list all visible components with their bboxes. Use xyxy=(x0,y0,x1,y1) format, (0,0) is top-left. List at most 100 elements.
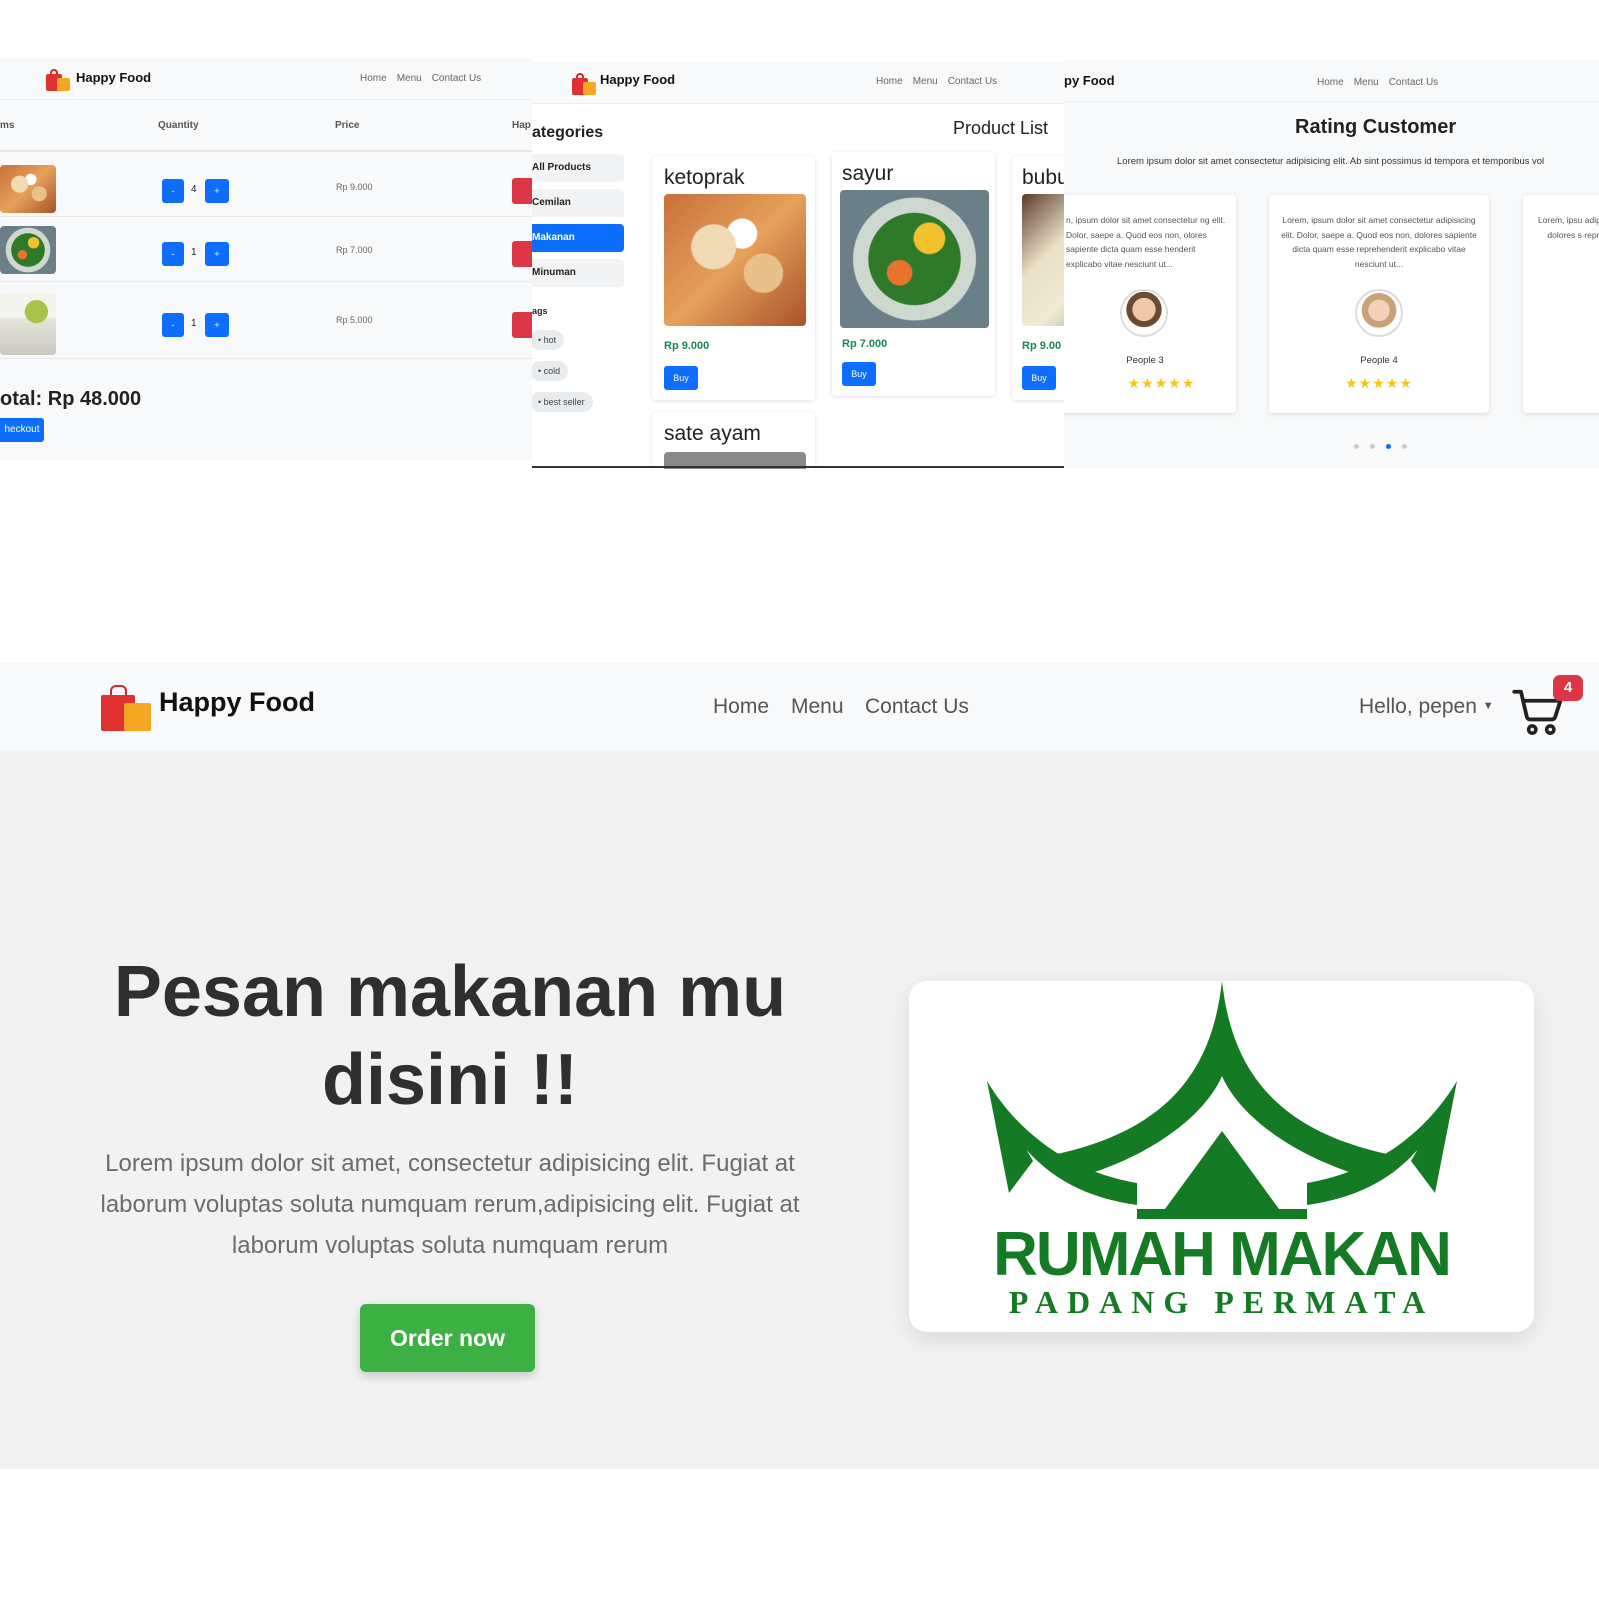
nav-menu[interactable]: Menu xyxy=(1354,77,1379,88)
cart-screenshot: Happy Food Home Menu Contact Us ms Quantit… xyxy=(0,58,532,460)
col-items: ms xyxy=(0,120,15,131)
decrease-button[interactable]: - xyxy=(162,313,184,337)
nav-menu[interactable]: Menu xyxy=(791,695,844,719)
item-price: Rp 7.000 xyxy=(336,245,373,255)
carousel-dot[interactable] xyxy=(1402,444,1407,449)
product-image xyxy=(840,190,989,328)
nav-home[interactable]: Home xyxy=(1317,77,1344,88)
navbar: Happy Food Home Menu Contact Us xyxy=(532,62,1064,104)
brand-name[interactable]: Happy Food xyxy=(76,70,151,85)
item-price: Rp 5.000 xyxy=(336,315,373,325)
remove-button[interactable] xyxy=(512,312,532,338)
category-makanan[interactable]: Makanan xyxy=(532,224,624,252)
increase-button[interactable]: + xyxy=(205,242,229,266)
brand-name[interactable]: py Food xyxy=(1064,73,1115,88)
remove-button[interactable] xyxy=(512,178,532,204)
product-price: Rp 7.000 xyxy=(842,338,888,350)
nav-contact[interactable]: Contact Us xyxy=(432,73,481,84)
cart-button[interactable]: 4 xyxy=(1510,671,1590,743)
buy-button[interactable]: Buy xyxy=(664,366,698,390)
category-cemilan[interactable]: Cemilan xyxy=(532,189,624,217)
product-price: Rp 9.00 xyxy=(1022,340,1062,352)
review-text: n, ipsum dolor sit amet consectetur ng e… xyxy=(1066,215,1226,269)
remove-button[interactable] xyxy=(512,241,532,267)
increase-button[interactable]: + xyxy=(205,179,229,203)
category-all-products[interactable]: All Products xyxy=(532,154,624,182)
tag-label: hot xyxy=(543,335,557,345)
panel-bottom-border xyxy=(532,466,1064,468)
carousel-dot[interactable] xyxy=(1370,444,1375,449)
logo-subtitle: PADANG PERMATA xyxy=(1008,1284,1435,1320)
brand-logo-icon xyxy=(572,73,596,95)
checkout-button[interactable]: heckout xyxy=(0,418,44,442)
hero-description: Lorem ipsum dolor sit amet, consectetur … xyxy=(100,1150,800,1259)
product-name: sayur xyxy=(842,162,894,185)
item-price: Rp 9.000 xyxy=(336,182,373,192)
carousel-dot-active[interactable] xyxy=(1386,444,1391,449)
nav-menu[interactable]: Menu xyxy=(913,76,938,87)
main-navbar: Happy Food Home Menu Contact Us Hello, p… xyxy=(0,663,1599,751)
brand-name[interactable]: Happy Food xyxy=(600,72,675,87)
table-row: - 4 + Rp 9.000 xyxy=(0,153,532,217)
product-card: sate ayam xyxy=(652,412,815,469)
nav-menu[interactable]: Menu xyxy=(397,73,422,84)
rating-subtitle: Lorem ipsum dolor sit amet consectetur a… xyxy=(1117,156,1545,167)
review-text: Lorem, ipsum dolor sit amet consectetur … xyxy=(1281,215,1477,269)
review-card: n, ipsum dolor sit amet consectetur ng e… xyxy=(1064,195,1236,413)
tags-title: ags xyxy=(532,306,548,316)
decrease-button[interactable]: - xyxy=(162,179,184,203)
reviewer-name: People 3 xyxy=(1126,355,1164,366)
item-image xyxy=(0,293,56,355)
nav-contact[interactable]: Contact Us xyxy=(1389,77,1438,88)
col-price: Price xyxy=(335,120,360,131)
logo-title: RUMAH MAKAN xyxy=(993,1220,1452,1289)
cart-count-badge: 4 xyxy=(1553,675,1583,701)
nav-home[interactable]: Home xyxy=(876,76,903,87)
brand-logo-icon xyxy=(46,69,70,91)
nav-contact[interactable]: Contact Us xyxy=(865,695,969,719)
nav-home[interactable]: Home xyxy=(713,695,769,719)
navbar: Happy Food Home Menu Contact Us xyxy=(0,58,532,100)
caret-down-icon: ▼ xyxy=(1482,700,1494,712)
brand-name[interactable]: Happy Food xyxy=(159,687,315,718)
order-now-button[interactable]: Order now xyxy=(360,1304,535,1372)
greeting-text: Hello, pepen xyxy=(1359,695,1477,718)
rating-stars: ★★★★★ xyxy=(1127,375,1196,391)
reviewer-name: People 4 xyxy=(1360,355,1398,366)
product-card: ketoprak Rp 9.000 Buy xyxy=(652,156,815,400)
user-dropdown[interactable]: Hello, pepen ▼ xyxy=(1359,695,1494,719)
product-image xyxy=(664,194,806,326)
product-card: bubu Rp 9.00 Buy xyxy=(1012,156,1064,400)
menu-screenshot: Happy Food Home Menu Contact Us ategories … xyxy=(532,62,1064,469)
nav-home[interactable]: Home xyxy=(360,73,387,84)
table-row: - 1 + Rp 7.000 xyxy=(0,218,532,282)
nav-contact[interactable]: Contact Us xyxy=(948,76,997,87)
product-name: ketoprak xyxy=(664,166,745,189)
product-list-title: Product List xyxy=(953,118,1049,138)
nav-links: Home Menu Contact Us xyxy=(876,76,1007,87)
nav-links: Home Menu Contact Us xyxy=(360,73,491,84)
carousel-dot[interactable] xyxy=(1354,444,1359,449)
nav-links: Home Menu Contact Us xyxy=(1317,77,1448,88)
rating-title: Rating Customer xyxy=(1295,116,1457,138)
navbar: py Food Home Menu Contact Us xyxy=(1064,60,1599,102)
product-name: bubu xyxy=(1022,166,1064,189)
item-image xyxy=(0,165,56,213)
col-quantity: Quantity xyxy=(158,120,199,131)
increase-button[interactable]: + xyxy=(205,313,229,337)
tag-hot[interactable]: • hot xyxy=(532,330,565,350)
tag-cold[interactable]: • cold xyxy=(532,361,569,381)
tag-best-seller[interactable]: • best seller xyxy=(532,392,593,412)
table-row: - 1 + Rp 5.000 xyxy=(0,283,532,359)
quantity-value: 4 xyxy=(191,184,197,195)
rating-screenshot: py Food Home Menu Contact Us Rating Custom… xyxy=(1064,60,1599,468)
review-text: Lorem, ipsu adipisicing elit. dolores s … xyxy=(1537,215,1599,240)
brand-logo-icon xyxy=(101,685,151,731)
table-header: ms Quantity Price Hap xyxy=(0,100,532,152)
hero-title: Pesan makanan mu disini !! xyxy=(113,952,787,1120)
categories-title: ategories xyxy=(532,124,604,141)
category-minuman[interactable]: Minuman xyxy=(532,259,624,287)
decrease-button[interactable]: - xyxy=(162,242,184,266)
buy-button[interactable]: Buy xyxy=(842,362,876,386)
buy-button[interactable]: Buy xyxy=(1022,366,1056,390)
